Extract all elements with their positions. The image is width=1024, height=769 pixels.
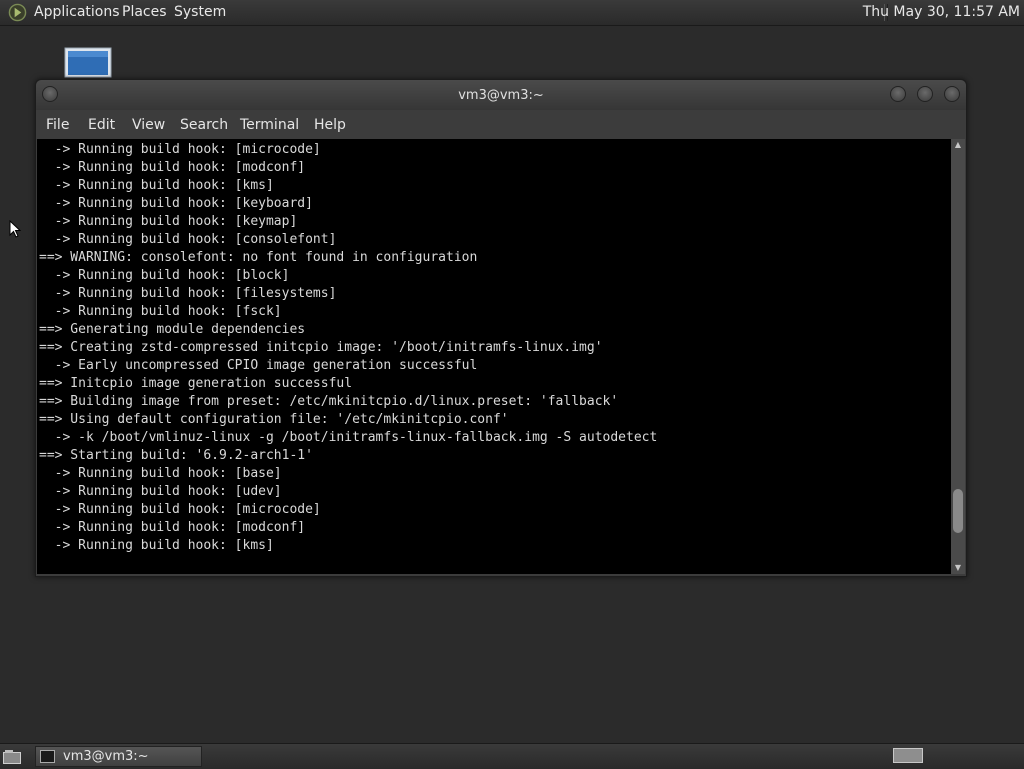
terminal-line: -> Early uncompressed CPIO image generat… [39, 358, 478, 373]
terminal-line: -> Running build hook: [kms] [39, 538, 274, 553]
places-menu[interactable]: Places [122, 4, 167, 21]
menu-edit[interactable]: Edit [88, 117, 115, 133]
terminal-line: -> Running build hook: [filesystems] [39, 286, 337, 301]
terminal-line: -> Running build hook: [microcode] [39, 142, 321, 157]
mouse-pointer-icon [9, 220, 22, 238]
terminal-line: -> Running build hook: [modconf] [39, 520, 306, 535]
taskbar-task-label: vm3@vm3:~ [63, 749, 149, 764]
menu-bar: File Edit View Search Terminal Help [36, 110, 966, 139]
terminal-line: ==> Using default configuration file: '/… [39, 412, 509, 427]
terminal-line: ==> Building image from preset: /etc/mki… [39, 394, 619, 409]
bottom-panel: vm3@vm3:~ [0, 743, 1024, 769]
terminal-line: -> -k /boot/vmlinuz-linux -g /boot/initr… [39, 430, 658, 445]
menu-search[interactable]: Search [180, 117, 228, 133]
maximize-icon[interactable] [917, 86, 933, 102]
terminal-line: ==> Generating module dependencies [39, 322, 306, 337]
terminal-line: ==> Starting build: '6.9.2-arch1-1' [39, 448, 313, 463]
terminal-window: vm3@vm3:~ File Edit View Search Terminal… [35, 79, 967, 577]
computer-icon[interactable] [64, 47, 112, 79]
applications-menu[interactable]: Applications [34, 4, 120, 21]
terminal-line: -> Running build hook: [keyboard] [39, 196, 313, 211]
terminal-line: -> Running build hook: [udev] [39, 484, 282, 499]
close-icon[interactable] [944, 86, 960, 102]
terminal-line: -> Running build hook: [kms] [39, 178, 274, 193]
show-desktop-icon[interactable] [3, 749, 21, 764]
taskbar-task-terminal[interactable]: vm3@vm3:~ [35, 746, 202, 767]
terminal-line: ==> Creating zstd-compressed initcpio im… [39, 340, 603, 355]
scrollbar-thumb[interactable] [953, 488, 963, 533]
terminal-line: -> Running build hook: [block] [39, 268, 290, 283]
app-menu-logo-icon[interactable] [8, 3, 27, 22]
terminal-line: -> Running build hook: [consolefont] [39, 232, 337, 247]
terminal-scrollbar[interactable]: ▲ ▼ [951, 139, 965, 574]
menu-view[interactable]: View [132, 117, 165, 133]
terminal-output: -> Running build hook: [microcode] -> Ru… [37, 139, 951, 555]
minimize-icon[interactable] [890, 86, 906, 102]
terminal-line: -> Running build hook: [keymap] [39, 214, 298, 229]
terminal-line: ==> WARNING: consolefont: no font found … [39, 250, 478, 265]
menu-terminal[interactable]: Terminal [240, 117, 299, 133]
terminal-line: -> Running build hook: [base] [39, 466, 282, 481]
window-titlebar[interactable]: vm3@vm3:~ [36, 80, 966, 110]
scroll-up-icon[interactable]: ▲ [951, 139, 965, 151]
terminal-line: -> Running build hook: [fsck] [39, 304, 282, 319]
system-menu[interactable]: System [174, 4, 226, 21]
top-panel: Applications Places System Thu May 30, 1… [0, 0, 1024, 26]
terminal-line: -> Running build hook: [microcode] [39, 502, 321, 517]
window-title: vm3@vm3:~ [458, 88, 544, 103]
terminal-line: ==> Initcpio image generation successful [39, 376, 353, 391]
workspace-switcher[interactable] [893, 748, 923, 763]
terminal-line: -> Running build hook: [modconf] [39, 160, 306, 175]
clock[interactable]: Thu May 30, 11:57 AM [863, 4, 1020, 21]
menu-help[interactable]: Help [314, 117, 346, 133]
menu-file[interactable]: File [46, 117, 69, 133]
terminal-area[interactable]: -> Running build hook: [microcode] -> Ru… [37, 139, 951, 574]
scroll-down-icon[interactable]: ▼ [951, 562, 965, 574]
terminal-icon [40, 750, 55, 763]
